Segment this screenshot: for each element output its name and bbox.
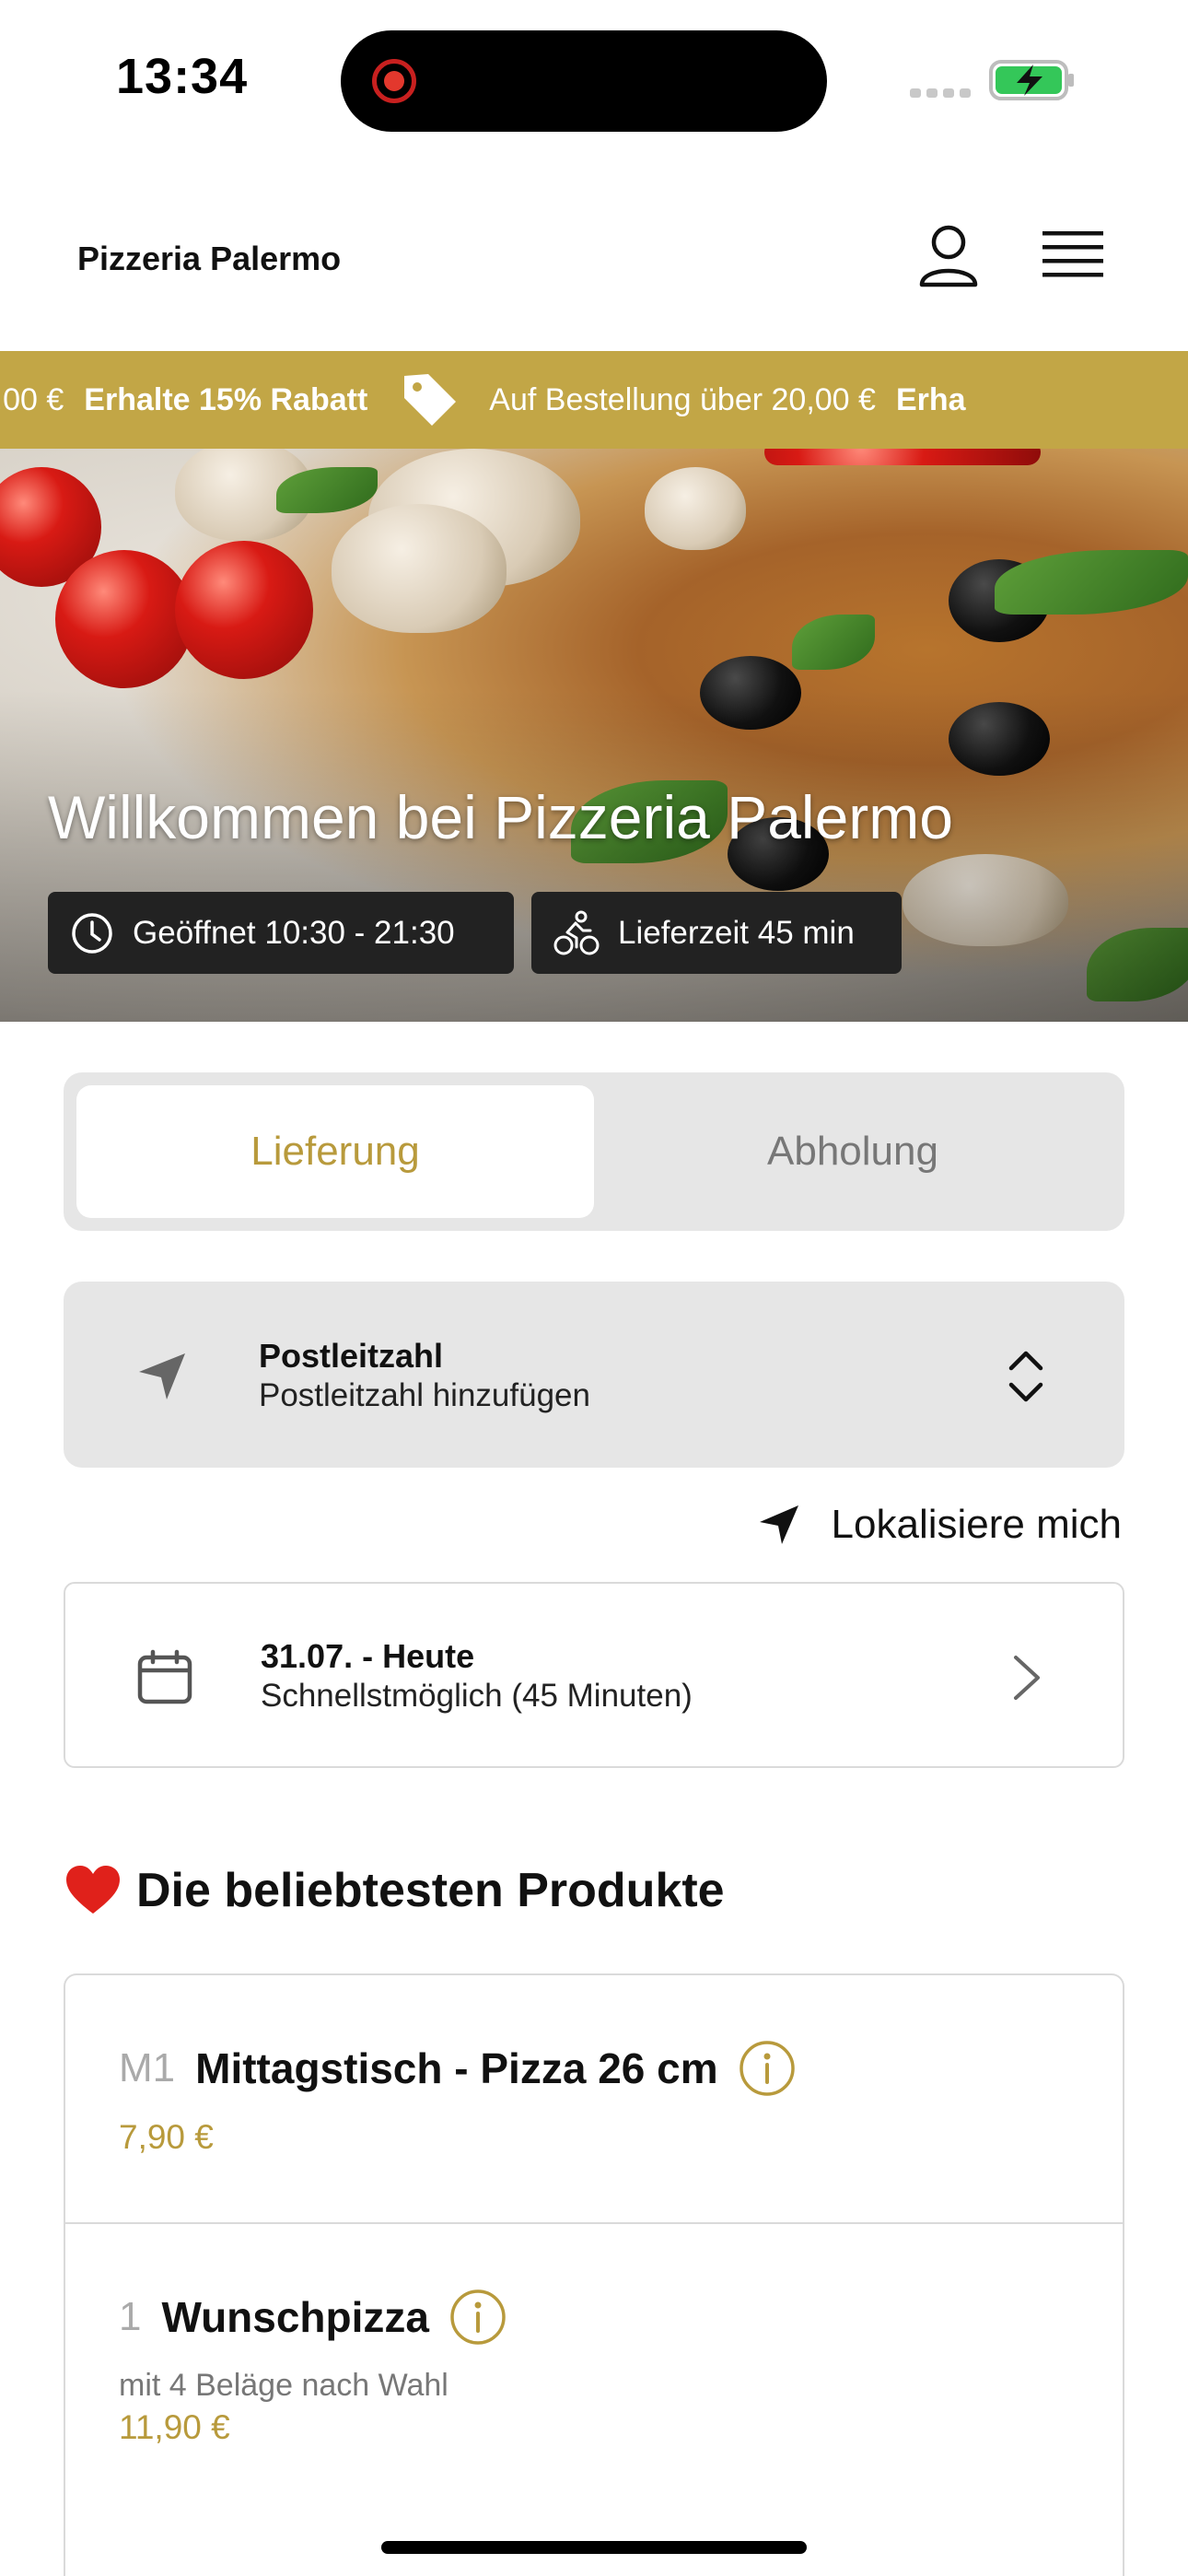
status-time: 13:34 <box>116 49 249 104</box>
product-name: Wunschpizza <box>161 2293 429 2341</box>
heart-icon <box>66 1866 120 1914</box>
product-header: 1 Wunschpizza <box>119 2289 507 2346</box>
locate-me-button[interactable]: Lokalisiere mich <box>758 1497 1122 1552</box>
user-icon[interactable] <box>917 224 980 288</box>
postal-code-value: Postleitzahl hinzufügen <box>259 1377 590 1413</box>
hero-banner: Willkommen bei Pizzeria Palermo Geöffnet… <box>0 449 1188 1022</box>
opening-hours-text: Geöffnet 10:30 - 21:30 <box>133 914 455 951</box>
calendar-icon <box>137 1649 192 1704</box>
hero-title: Willkommen bei Pizzeria Palermo <box>48 783 953 851</box>
tag-icon <box>404 374 457 426</box>
order-mode-toggle: Lieferung Abholung <box>64 1072 1124 1231</box>
home-indicator[interactable] <box>381 2541 807 2554</box>
dynamic-island <box>341 30 827 132</box>
product-price: 11,90 € <box>119 2408 230 2446</box>
product-name: Mittagstisch - Pizza 26 cm <box>195 2044 718 2092</box>
promo-text: Auf Bestellung über 20,00 € <box>489 381 876 417</box>
bike-icon <box>553 910 600 954</box>
product-price: 7,90 € <box>119 2118 214 2156</box>
navigation-arrow-icon <box>139 1353 185 1399</box>
locate-me-label: Lokalisiere mich <box>831 1502 1122 1547</box>
postal-code-selector[interactable]: Postleitzahl Postleitzahl hinzufügen <box>64 1282 1124 1468</box>
product-item[interactable]: 1 Wunschpizza mit 4 Beläge nach Wahl 11,… <box>65 2224 1123 2576</box>
delivery-date: 31.07. - Heute <box>261 1637 475 1675</box>
info-icon[interactable] <box>449 2289 507 2346</box>
app-header: Pizzeria Palermo <box>0 161 1188 351</box>
delivery-time-text: Lieferzeit 45 min <box>618 914 855 951</box>
popular-products-heading: Die beliebtesten Produkte <box>64 1863 725 1918</box>
promo-discount: Erha <box>895 381 966 417</box>
pickup-tab[interactable]: Abholung <box>594 1085 1112 1218</box>
product-description: mit 4 Beläge nach Wahl <box>119 2368 448 2403</box>
chevron-right-icon <box>1014 1656 1040 1700</box>
menu-icon[interactable] <box>1042 229 1103 281</box>
promo-text: g über 20,00 € <box>0 381 64 417</box>
battery-charging-icon <box>989 60 1074 100</box>
info-icon[interactable] <box>739 2040 796 2097</box>
opening-hours-badge: Geöffnet 10:30 - 21:30 <box>48 892 514 974</box>
product-number: M1 <box>119 2045 176 2090</box>
popular-products-title: Die beliebtesten Produkte <box>136 1864 725 1917</box>
postal-code-label: Postleitzahl <box>259 1337 444 1375</box>
product-item[interactable]: M1 Mittagstisch - Pizza 26 cm 7,90 € <box>65 1975 1123 2224</box>
delivery-date-selector[interactable]: 31.07. - Heute Schnellstmöglich (45 Minu… <box>64 1582 1124 1768</box>
cellular-signal-icon <box>910 88 971 98</box>
delivery-time-badge: Lieferzeit 45 min <box>531 892 902 974</box>
product-header: M1 Mittagstisch - Pizza 26 cm <box>119 2040 796 2097</box>
sort-chevrons-icon <box>1008 1351 1043 1402</box>
delivery-time-option: Schnellstmöglich (45 Minuten) <box>261 1678 693 1714</box>
delivery-tab[interactable]: Lieferung <box>76 1085 594 1218</box>
location-arrow-icon <box>759 1505 798 1544</box>
clock-icon <box>72 912 112 954</box>
recording-indicator-icon <box>372 59 416 103</box>
promo-banner[interactable]: g über 20,00 € Erhalte 15% Rabatt Auf Be… <box>0 351 1188 449</box>
promo-discount: Erhalte 15% Rabatt <box>84 381 368 417</box>
popular-products-list: M1 Mittagstisch - Pizza 26 cm 7,90 € 1 W… <box>64 1973 1124 2576</box>
status-bar: 13:34 <box>0 0 1188 161</box>
promo-track: g über 20,00 € Erhalte 15% Rabatt Auf Be… <box>0 351 999 449</box>
product-number: 1 <box>119 2294 142 2339</box>
app-title[interactable]: Pizzeria Palermo <box>77 240 341 278</box>
